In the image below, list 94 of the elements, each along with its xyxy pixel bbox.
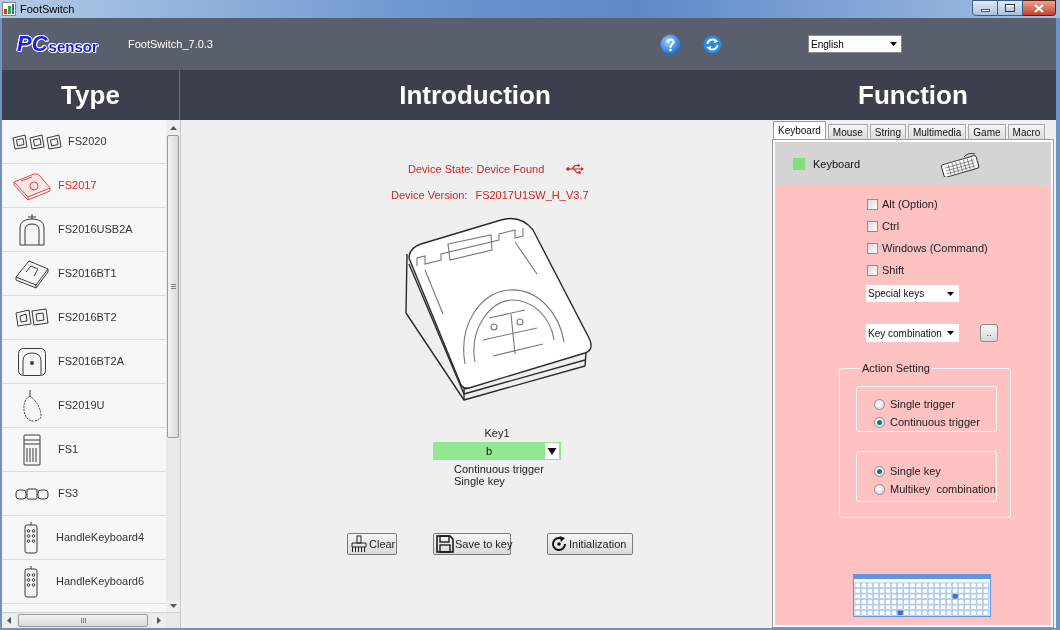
browse-button[interactable]: .. xyxy=(980,324,998,342)
clear-button[interactable]: Clear xyxy=(347,533,397,555)
key-label: Key1 xyxy=(484,426,510,440)
tab[interactable]: Keyboard xyxy=(773,121,826,139)
app-icon xyxy=(2,2,16,16)
pedal-icon xyxy=(12,170,52,201)
radio-label: Multikey combination xyxy=(890,481,996,497)
radio-button[interactable] xyxy=(874,465,885,477)
status-indicator-icon xyxy=(793,158,805,170)
tab[interactable]: Game xyxy=(968,124,1006,139)
checkbox-label: Shift xyxy=(882,262,904,278)
checkbox-label: Windows (Command) xyxy=(882,240,988,256)
refresh-icon[interactable] xyxy=(703,34,722,54)
scroll-left-button[interactable] xyxy=(2,613,16,628)
device-version-label: Device Version: xyxy=(391,188,468,202)
close-button[interactable] xyxy=(1023,0,1056,16)
usb-icon xyxy=(566,164,585,174)
column-heading: Type xyxy=(61,78,120,112)
three-pedals-icon xyxy=(12,133,62,150)
radio-label: Single trigger xyxy=(890,396,955,412)
device-type-item[interactable]: FS2016BT2 xyxy=(2,296,166,340)
checkbox[interactable] xyxy=(867,264,878,276)
checkbox-label: Ctrl xyxy=(882,218,900,234)
minimize-button[interactable] xyxy=(972,0,998,16)
minimize-icon xyxy=(980,9,990,12)
maximize-icon xyxy=(1005,4,1015,12)
scroll-right-button[interactable] xyxy=(152,613,166,628)
circular-arrow-icon xyxy=(550,535,568,553)
grip-lines-icon xyxy=(170,284,176,289)
brush-icon xyxy=(350,535,368,553)
brand-logo: PCsensor xyxy=(17,33,99,55)
radio-button[interactable] xyxy=(874,483,885,495)
scrollbar-thumb[interactable] xyxy=(18,614,148,627)
maximize-button[interactable] xyxy=(998,0,1023,16)
arrow-down-icon xyxy=(169,604,177,608)
window-title: FootSwitch xyxy=(20,1,75,17)
device-type-item[interactable]: FS2019U xyxy=(2,384,166,428)
tab[interactable]: String xyxy=(869,124,906,139)
caret-icon xyxy=(545,443,559,459)
tilted-pedal-icon xyxy=(14,258,50,289)
device-type-item[interactable]: HandleKeyboard6 xyxy=(2,560,166,604)
column-heading: Introduction xyxy=(399,78,551,112)
dome-pedal-icon xyxy=(17,346,47,377)
tab[interactable]: Macro xyxy=(1007,124,1046,139)
close-icon xyxy=(1034,3,1044,13)
initialize-button[interactable]: Initialization xyxy=(547,533,633,555)
device-type-item[interactable]: FS2020 xyxy=(2,120,166,164)
checkbox-label: Alt (Option) xyxy=(882,196,938,212)
grip-lines-icon xyxy=(80,618,86,623)
radio-button[interactable] xyxy=(874,416,885,428)
tab[interactable]: Mouse xyxy=(827,124,868,139)
device-version-value: FS2017U1SW_H_V3.7 xyxy=(475,188,589,202)
caret-icon xyxy=(947,331,954,335)
key-select[interactable]: b xyxy=(433,442,561,460)
device-type-item[interactable]: FS1 xyxy=(2,428,166,472)
caret-icon xyxy=(947,291,954,296)
key-setting-text: Single key xyxy=(454,475,506,487)
two-pedals-icon xyxy=(15,307,49,328)
arrow-up-icon xyxy=(169,125,177,130)
arrow-right-icon xyxy=(157,617,161,624)
handheld-keypad-icon xyxy=(23,565,39,598)
device-type-item[interactable]: HandleKeyboard4 xyxy=(2,516,166,560)
radio-label: Continuous trigger xyxy=(890,414,980,430)
three-button-strip-icon xyxy=(15,486,49,501)
tab[interactable]: Multimedia xyxy=(907,124,967,139)
radio-button[interactable] xyxy=(874,398,885,410)
box-pedal-icon xyxy=(22,433,42,466)
device-type-item[interactable]: FS2016BT2A xyxy=(2,340,166,384)
device-state-text: Device State: Device Found xyxy=(408,162,545,176)
handheld-keypad-icon xyxy=(23,521,39,554)
checkbox[interactable] xyxy=(867,242,878,254)
language-select[interactable]: English xyxy=(808,35,902,53)
scrollbar-thumb[interactable] xyxy=(167,135,179,438)
radio-label: Single key xyxy=(890,463,941,479)
device-type-item[interactable]: FS2017 xyxy=(2,164,166,208)
app-version: FootSwitch_7.0.3 xyxy=(128,36,213,52)
caret-icon xyxy=(890,42,897,46)
device-type-item[interactable]: FS2016BT1 xyxy=(2,252,166,296)
column-heading: Function xyxy=(858,78,968,112)
scroll-down-button[interactable] xyxy=(166,600,180,612)
group-title: Action Setting xyxy=(861,361,931,375)
scroll-up-button[interactable] xyxy=(166,120,180,135)
device-type-item[interactable]: FS2016USB2A xyxy=(2,208,166,252)
help-icon[interactable] xyxy=(660,33,681,55)
key-setting-text: Continuous trigger xyxy=(454,463,544,475)
arrow-left-icon xyxy=(7,617,11,624)
mode-label: Keyboard xyxy=(813,156,861,172)
checkbox[interactable] xyxy=(867,220,878,232)
key-combination-select[interactable]: Key combination xyxy=(866,324,959,342)
special-keys-select[interactable]: Special keys xyxy=(866,285,959,302)
checkbox[interactable] xyxy=(867,198,878,210)
save-button[interactable]: Save to key xyxy=(433,533,511,555)
device-type-item[interactable]: FS3 xyxy=(2,472,166,516)
teardrop-pedal-icon xyxy=(20,388,44,423)
